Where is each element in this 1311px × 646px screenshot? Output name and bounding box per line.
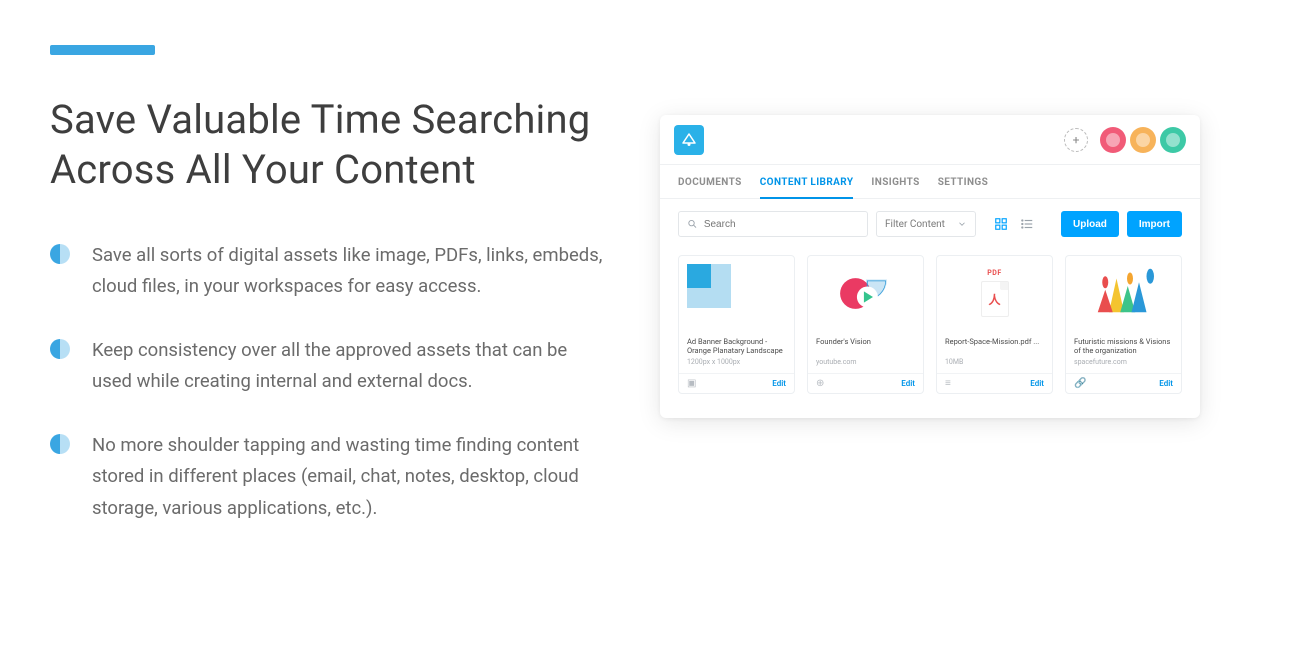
app-tabs: DOCUMENTS CONTENT LIBRARY INSIGHTS SETTI… <box>660 165 1200 199</box>
feature-bullet: Save all sorts of digital assets like im… <box>50 240 610 303</box>
asset-thumbnail <box>808 256 923 330</box>
asset-subtext: 10MB <box>945 358 1044 366</box>
bullet-text: No more shoulder tapping and wasting tim… <box>92 430 610 524</box>
bullet-text: Save all sorts of digital assets like im… <box>92 240 610 303</box>
link-icon: 🔗 <box>1074 378 1086 389</box>
asset-card[interactable]: PDF 人 Report-Space-Mission.pdf ... 10MB … <box>936 255 1053 394</box>
library-toolbar: Filter Content Upload Import <box>660 199 1200 249</box>
feature-bullet: No more shoulder tapping and wasting tim… <box>50 430 610 524</box>
search-input[interactable] <box>704 219 859 230</box>
asset-card[interactable]: Futuristic missions & Visions of the org… <box>1065 255 1182 394</box>
edit-link[interactable]: Edit <box>901 379 915 388</box>
chevron-down-icon <box>957 219 967 229</box>
search-icon <box>687 218 698 230</box>
file-icon: ≡ <box>945 378 951 389</box>
grid-view-button[interactable] <box>990 213 1012 235</box>
asset-subtext: 1200px x 1000px <box>687 358 786 366</box>
tab-content-library[interactable]: CONTENT LIBRARY <box>760 177 854 198</box>
asset-title: Founder's Vision <box>816 337 915 355</box>
edit-link[interactable]: Edit <box>1159 379 1173 388</box>
bullet-dot-icon <box>50 339 70 359</box>
add-member-button[interactable]: + <box>1064 128 1088 152</box>
asset-card[interactable]: Ad Banner Background - Orange Planatary … <box>678 255 795 394</box>
edit-link[interactable]: Edit <box>772 379 786 388</box>
bullet-text: Keep consistency over all the approved a… <box>92 335 610 398</box>
avatar[interactable] <box>1160 127 1186 153</box>
asset-thumbnail <box>679 256 794 330</box>
app-logo-icon <box>674 125 704 155</box>
feature-bullet: Keep consistency over all the approved a… <box>50 335 610 398</box>
accent-bar <box>50 45 155 55</box>
tab-insights[interactable]: INSIGHTS <box>871 177 919 198</box>
tab-settings[interactable]: SETTINGS <box>938 177 989 198</box>
import-button[interactable]: Import <box>1127 211 1182 237</box>
content-library-app: + DOCUMENTS CONTENT LIBRARY INSIGHTS SET… <box>660 115 1200 418</box>
asset-title: Report-Space-Mission.pdf ... <box>945 337 1044 355</box>
asset-title: Ad Banner Background - Orange Planatary … <box>687 337 786 355</box>
upload-button[interactable]: Upload <box>1061 211 1119 237</box>
image-icon: ▣ <box>687 378 696 389</box>
edit-link[interactable]: Edit <box>1030 379 1044 388</box>
view-toggle <box>990 213 1038 235</box>
filter-label: Filter Content <box>885 219 945 230</box>
filter-dropdown[interactable]: Filter Content <box>876 211 976 237</box>
search-box[interactable] <box>678 211 868 237</box>
list-view-button[interactable] <box>1016 213 1038 235</box>
bullet-dot-icon <box>50 244 70 264</box>
avatar[interactable] <box>1130 127 1156 153</box>
asset-subtext: spacefuture.com <box>1074 358 1173 366</box>
asset-grid: Ad Banner Background - Orange Planatary … <box>660 249 1200 418</box>
asset-title: Futuristic missions & Visions of the org… <box>1074 337 1173 355</box>
bullet-dot-icon <box>50 434 70 454</box>
asset-card[interactable]: Founder's Vision youtube.com ⊕ Edit <box>807 255 924 394</box>
asset-thumbnail <box>1066 256 1181 330</box>
asset-thumbnail: PDF 人 <box>937 256 1052 330</box>
page-headline: Save Valuable Time Searching Across All … <box>50 95 610 195</box>
globe-icon: ⊕ <box>816 378 824 389</box>
tab-documents[interactable]: DOCUMENTS <box>678 177 742 198</box>
pdf-badge: PDF <box>987 269 1001 277</box>
asset-subtext: youtube.com <box>816 358 915 366</box>
app-topbar: + <box>660 115 1200 165</box>
avatar[interactable] <box>1100 127 1126 153</box>
